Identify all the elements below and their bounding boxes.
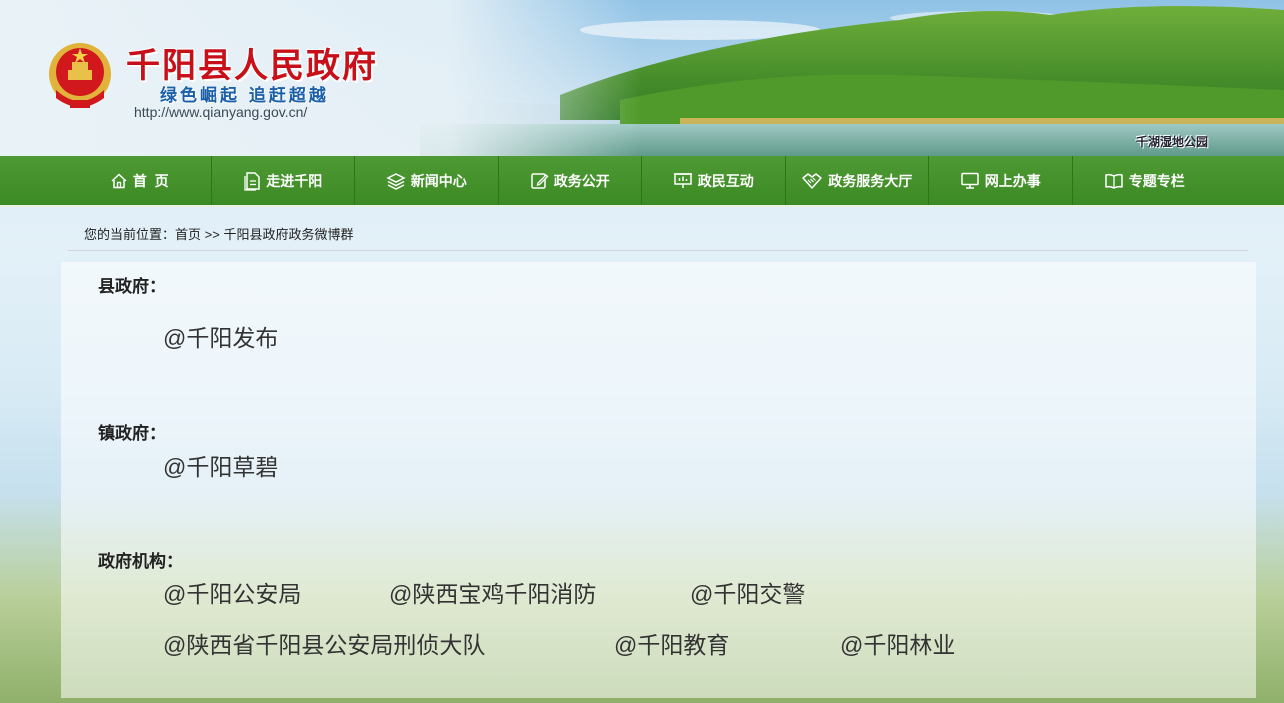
nav-item-service-hall[interactable]: 政务服务大厅 bbox=[786, 156, 929, 205]
weibo-link[interactable]: @陕西省千阳县公安局刑侦大队 bbox=[163, 626, 485, 660]
edit-icon bbox=[531, 173, 549, 189]
photo-caption: 千湖湿地公园 bbox=[1136, 135, 1209, 149]
weibo-link[interactable]: @千阳林业 bbox=[840, 626, 955, 660]
book-icon bbox=[1104, 173, 1123, 189]
nav-label: 专题专栏 bbox=[1128, 172, 1185, 189]
breadcrumb-divider bbox=[68, 250, 1248, 251]
nav-label: 政民互动 bbox=[697, 172, 754, 189]
site-slogan: 绿色崛起 追赶超越 bbox=[160, 86, 329, 106]
layers-icon bbox=[386, 172, 406, 190]
breadcrumb-home-link[interactable]: 首页 bbox=[175, 227, 201, 242]
weibo-link[interactable]: @千阳发布 bbox=[163, 319, 278, 353]
weibo-link[interactable]: @千阳草碧 bbox=[163, 448, 278, 482]
section-title-county: 县政府： bbox=[98, 277, 166, 296]
national-emblem-icon bbox=[49, 43, 111, 108]
home-icon bbox=[111, 172, 127, 188]
weibo-link[interactable]: @千阳交警 bbox=[690, 575, 805, 609]
nav-label: 首 页 bbox=[132, 172, 169, 189]
main-nav: 首 页 走进千阳 新闻中心 政务公开 政民互动 政务服务大厅 网上办事 专题专栏 bbox=[0, 156, 1284, 207]
handshake-icon bbox=[802, 173, 822, 189]
section-title-town: 镇政府： bbox=[98, 424, 166, 443]
site-title: 千阳县人民政府 bbox=[126, 46, 378, 86]
breadcrumb-prefix: 您的当前位置： bbox=[84, 227, 176, 242]
nav-item-news[interactable]: 新闻中心 bbox=[355, 156, 499, 205]
weibo-link[interactable]: @千阳公安局 bbox=[163, 575, 301, 609]
nav-item-special-topics[interactable]: 专题专栏 bbox=[1073, 156, 1216, 205]
site-url: http://www.qianyang.gov.cn/ bbox=[134, 104, 308, 120]
breadcrumb: 您的当前位置：首页 >> 千阳县政府政务微博群 bbox=[84, 224, 353, 243]
section-title-agencies: 政府机构： bbox=[98, 552, 183, 571]
nav-label: 网上办事 bbox=[984, 172, 1041, 189]
nav-item-online-service[interactable]: 网上办事 bbox=[929, 156, 1073, 205]
nav-label: 走进千阳 bbox=[266, 172, 323, 189]
weibo-link[interactable]: @陕西宝鸡千阳消防 bbox=[389, 575, 596, 609]
header-banner: 千阳县人民政府 绿色崛起 追赶超越 http://www.qianyang.go… bbox=[0, 0, 1284, 156]
monitor-icon bbox=[961, 172, 979, 189]
nav-label: 新闻中心 bbox=[410, 172, 467, 189]
nav-item-gov-affairs[interactable]: 政务公开 bbox=[499, 156, 642, 205]
nav-item-home[interactable]: 首 页 bbox=[68, 156, 212, 205]
breadcrumb-current-link[interactable]: 千阳县政府政务微博群 bbox=[223, 227, 353, 242]
breadcrumb-separator: >> bbox=[201, 227, 224, 242]
document-icon bbox=[244, 171, 260, 191]
nav-label: 政务公开 bbox=[553, 172, 610, 189]
nav-label: 政务服务大厅 bbox=[828, 172, 913, 189]
weibo-link[interactable]: @千阳教育 bbox=[614, 626, 729, 660]
nav-item-about[interactable]: 走进千阳 bbox=[212, 156, 355, 205]
nav-item-interaction[interactable]: 政民互动 bbox=[642, 156, 786, 205]
presentation-icon bbox=[673, 173, 692, 188]
